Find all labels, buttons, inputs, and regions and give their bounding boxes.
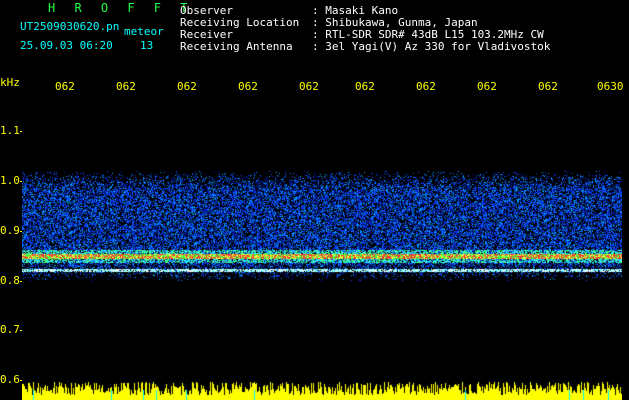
x-tick-4: 062 (299, 80, 319, 93)
x-tick-8: 062 (538, 80, 558, 93)
y-tick-1-0: 1.0 (0, 174, 20, 187)
spectrogram-canvas (22, 96, 622, 400)
y-tick-0-9: 0.9 (0, 224, 20, 237)
y-tick-0-7: 0.7 (0, 323, 20, 336)
y-tick-1-1: 1.1 (0, 124, 20, 137)
y-tick-0-8: 0.8 (0, 274, 20, 287)
x-tick-0: 062 (55, 80, 75, 93)
x-tick-1: 062 (116, 80, 136, 93)
header-panel: H R O F F T UT2509030620.pn meteor 25.09… (0, 0, 629, 70)
file-name: UT2509030620.pn (20, 20, 120, 33)
x-tick-6: 062 (416, 80, 436, 93)
date-time: 25.09.03 06:20 (20, 39, 113, 52)
count-value: 13 (140, 39, 154, 52)
x-tick-3: 062 (238, 80, 258, 93)
x-tick-7: 062 (477, 80, 497, 93)
meteor-label: meteor (124, 25, 164, 38)
x-tick-2: 062 (177, 80, 197, 93)
field-value-antenna: : 3el Yagi(V) Az 330 for Vladivostok (312, 40, 551, 53)
x-tick-5: 062 (355, 80, 375, 93)
spectrogram-plot (22, 96, 622, 400)
y-unit-label: kHz (0, 76, 20, 89)
app-title: H R O F F T (48, 1, 194, 15)
x-tick-9: 0630 (597, 80, 624, 93)
field-label-antenna: Receiving Antenna (180, 40, 293, 53)
y-tick-0-6: 0.6 (0, 373, 20, 386)
